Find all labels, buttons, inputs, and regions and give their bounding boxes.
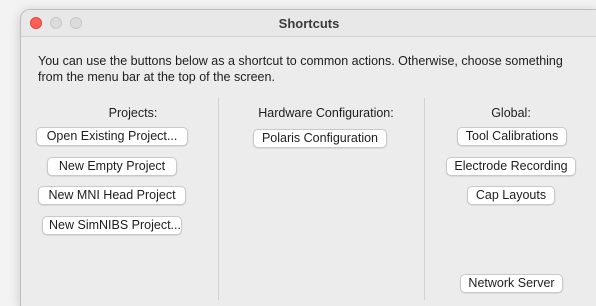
tool-calibrations-button[interactable]: Tool Calibrations [457,127,567,146]
electrode-recording-button[interactable]: Electrode Recording [446,157,576,176]
new-simnibs-project-button[interactable]: New SimNIBS Project... [42,216,182,235]
column-divider-left [218,98,219,300]
cap-layouts-button[interactable]: Cap Layouts [467,186,555,205]
intro-text: You can use the buttons below as a short… [38,54,563,84]
window-title: Shortcuts [278,16,340,31]
polaris-configuration-button[interactable]: Polaris Configuration [253,129,387,148]
projects-heading: Projects: [108,106,158,120]
shortcuts-window: Shortcuts You can use the buttons below … [20,9,596,306]
open-existing-project-button[interactable]: Open Existing Project... [36,127,188,146]
hardware-configuration-heading: Hardware Configuration: [258,106,394,120]
title-bar[interactable]: Shortcuts [21,10,596,37]
new-empty-project-button[interactable]: New Empty Project [47,157,177,176]
column-divider-right [424,98,425,300]
network-server-button[interactable]: Network Server [460,274,563,293]
global-heading: Global: [491,106,531,120]
new-mni-head-project-button[interactable]: New MNI Head Project [38,186,186,205]
